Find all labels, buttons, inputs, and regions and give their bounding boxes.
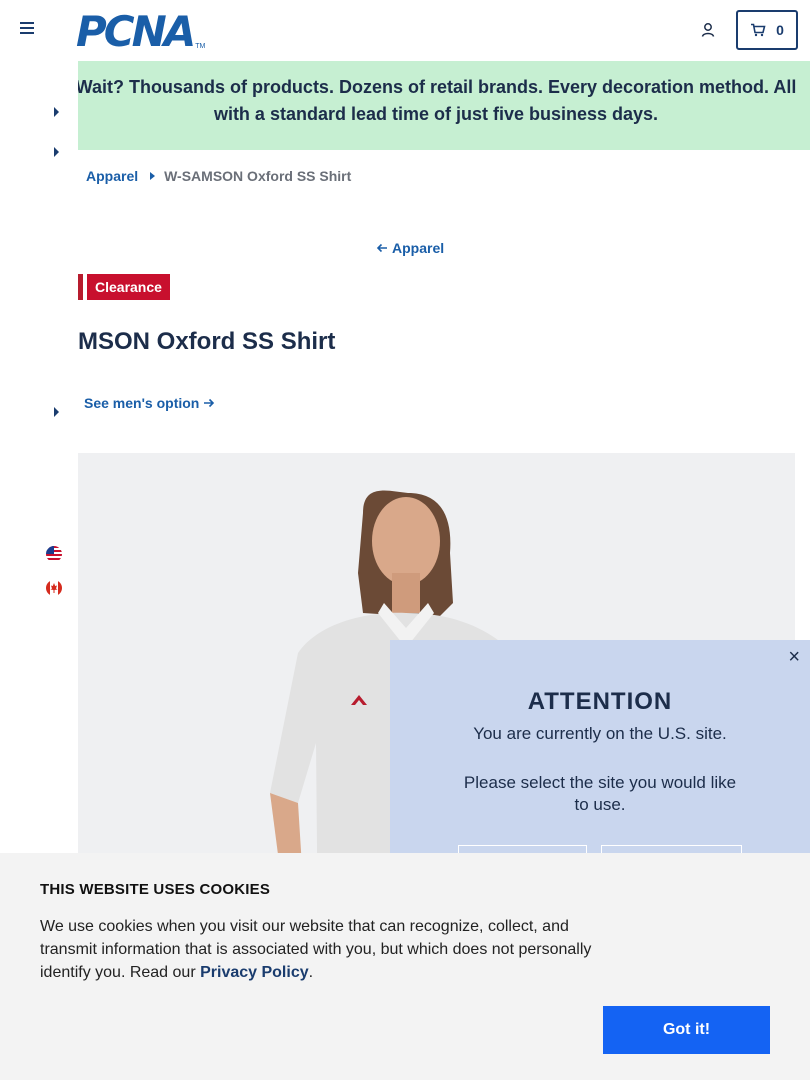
arrow-right-icon [204,398,215,408]
clearance-badge-label: Clearance [87,274,170,300]
close-icon[interactable]: × [788,647,800,667]
cart-icon [751,23,766,37]
cart-count: 0 [776,22,784,38]
promo-banner-text: Wait? Thousands of products. Dozens of r… [78,77,797,124]
cart-button[interactable]: 0 [736,10,798,50]
modal-instruction-text: Please select the site you would like to… [463,773,737,814]
pcna-logo[interactable]: PCNA TM [76,7,206,56]
breadcrumb-current: W-SAMSON Oxford SS Shirt [164,168,352,184]
breadcrumb-apparel-link[interactable]: Apparel [86,168,138,184]
page: PCNA TM 0 Wait? Thousands of products. D… [0,0,810,1080]
arrow-left-icon [376,243,387,253]
back-link-label: Apparel [392,240,445,256]
privacy-policy-link[interactable]: Privacy Policy [200,964,309,981]
modal-current-site-text: You are currently on the U.S. site. [473,724,727,743]
logo-text: PCNA [76,7,196,56]
caret-right-icon[interactable] [54,407,59,417]
breadcrumb: Apparel W-SAMSON Oxford SS Shirt [86,168,351,184]
user-icon[interactable] [700,22,716,38]
site-header: PCNA TM 0 [0,0,810,60]
cookie-banner: THIS WEBSITE USES COOKIES We use cookies… [0,853,810,1080]
cookie-text-body: We use cookies when you visit our websit… [40,918,592,981]
product-title: MSON Oxford SS Shirt [78,328,336,355]
us-flag-icon[interactable] [46,546,62,562]
see-mens-option-link[interactable]: See men's option [84,395,215,411]
badge-accent-bar [78,274,83,300]
caret-right-icon[interactable] [54,107,59,117]
site-select-modal: × ATTENTION You are currently on the U.S… [390,640,810,881]
promo-banner: Wait? Thousands of products. Dozens of r… [78,61,810,150]
hamburger-icon[interactable] [20,22,36,36]
caret-right-icon [150,172,156,180]
cookie-banner-title: THIS WEBSITE USES COOKIES [40,881,271,898]
mens-link-label: See men's option [84,395,200,411]
modal-title: ATTENTION [527,688,673,715]
caret-right-icon[interactable] [54,147,59,157]
back-to-apparel-link[interactable]: Apparel [376,240,444,256]
cookie-text-end: . [308,964,314,981]
canada-flag-icon[interactable] [46,580,62,596]
logo-trademark: TM [195,43,206,50]
cookie-banner-text: We use cookies when you visit our websit… [40,915,610,984]
clearance-badge: Clearance [78,274,170,300]
accept-cookies-button[interactable]: Got it! [603,1006,770,1054]
